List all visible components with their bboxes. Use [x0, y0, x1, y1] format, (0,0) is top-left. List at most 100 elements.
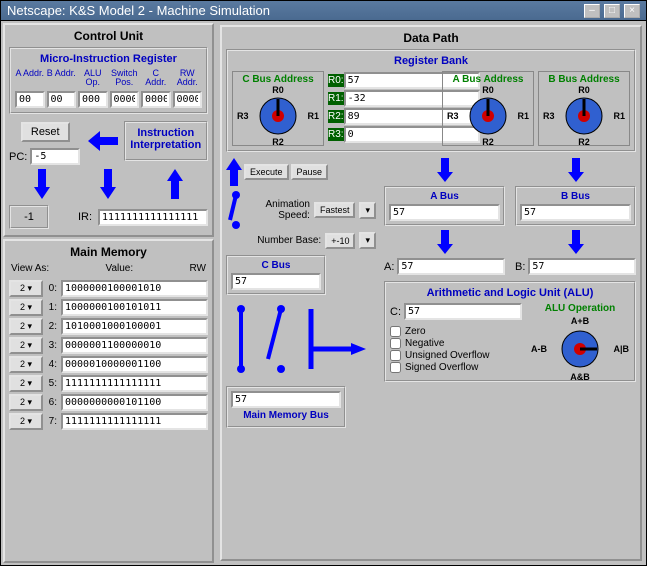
b-bus-label: B Bus: [520, 191, 631, 202]
mir-rw-input[interactable]: [173, 91, 203, 108]
mem-base-button[interactable]: 2 ▾: [9, 356, 43, 373]
alu-c-input[interactable]: [404, 303, 522, 320]
b-bus-addr-label: B Bus Address: [541, 74, 627, 85]
number-base-arrow[interactable]: ▾: [359, 232, 376, 249]
mem-value-input[interactable]: [61, 280, 208, 297]
alu-c-label: C:: [390, 306, 401, 318]
b-bus-dial[interactable]: R0 R1 R2 R3: [557, 89, 611, 143]
memory-row: 2 ▾ 7:: [9, 413, 208, 430]
flag-checkbox[interactable]: [390, 338, 401, 349]
mir-c-input[interactable]: [141, 91, 171, 108]
arrow-down-icon: [437, 230, 453, 254]
switch-icon: [226, 190, 246, 230]
memory-row: 2 ▾ 2:: [9, 318, 208, 335]
ab-b-label: B:: [515, 261, 525, 273]
mir-col-rw-label: RW Addr.: [173, 69, 203, 91]
mem-base-button[interactable]: 2 ▾: [9, 394, 43, 411]
minimize-button[interactable]: –: [584, 4, 600, 18]
flag-checkbox[interactable]: [390, 362, 401, 373]
mem-value-input[interactable]: [61, 337, 208, 354]
b-bus-address: B Bus Address R0 R1 R2 R3: [538, 71, 630, 146]
b-bus-input[interactable]: [520, 204, 631, 221]
mem-index: 7:: [47, 416, 57, 427]
register-values: R0: R1: R2: R3:: [328, 71, 438, 146]
mir-col-c-label: C Addr.: [141, 69, 171, 91]
mem-index: 6:: [47, 397, 57, 408]
a-bus-address: A Bus Address R0 R1 R2 R3: [442, 71, 534, 146]
data-path-title: Data Path: [226, 31, 636, 45]
viewas-label: View As:: [11, 263, 49, 274]
mem-value-input[interactable]: [61, 356, 208, 373]
memory-row: 2 ▾1:: [9, 299, 208, 316]
value-label: Value:: [106, 263, 134, 274]
arrow-down-icon: [568, 230, 584, 254]
pause-button[interactable]: Pause: [291, 164, 329, 180]
mir-alu-input[interactable]: [78, 91, 108, 108]
mem-index: 2:: [47, 321, 57, 332]
ir-input[interactable]: [98, 209, 208, 226]
mem-index: 5:: [47, 378, 57, 389]
mem-value-input[interactable]: [61, 375, 208, 392]
mir-col-b-label: B Addr.: [47, 69, 77, 91]
ab-a-input[interactable]: [397, 258, 505, 275]
arrow-down-icon: [437, 158, 453, 182]
pc-input[interactable]: [30, 148, 80, 165]
c-bus-box: C Bus: [226, 255, 326, 295]
mem-value-input[interactable]: [61, 318, 208, 335]
rw-label: RW: [190, 263, 206, 274]
mem-value-input[interactable]: [61, 394, 208, 411]
restore-button[interactable]: □: [604, 4, 620, 18]
reset-button[interactable]: Reset: [21, 122, 70, 142]
alu-op-label: ALU Operation: [530, 303, 630, 314]
mir-sw-input[interactable]: [110, 91, 140, 108]
a-bus-box: A Bus: [384, 186, 505, 226]
mem-base-button[interactable]: 2 ▾: [9, 318, 43, 335]
anim-speed-select[interactable]: Fastest: [314, 202, 356, 218]
arrow-up-icon: [226, 158, 242, 186]
control-unit-title: Control Unit: [9, 29, 208, 43]
control-unit-panel: Control Unit Micro-Instruction Register …: [3, 23, 214, 237]
mem-base-button[interactable]: 2 ▾: [9, 337, 43, 354]
mem-index: 3:: [47, 340, 57, 351]
instruction-interpretation-label: Instruction Interpretation: [130, 127, 203, 151]
close-button[interactable]: ×: [624, 4, 640, 18]
mem-base-button[interactable]: 2 ▾: [9, 413, 43, 430]
memory-row: 2 ▾4:: [9, 356, 208, 373]
mem-base-button[interactable]: 2 ▾: [9, 375, 43, 392]
main-memory-panel: Main Memory View As: Value: RW 2 ▾0:2 ▾1…: [3, 239, 214, 563]
mir-b-input[interactable]: [47, 91, 77, 108]
c-bus-dial[interactable]: R0 R1 R2 R3: [251, 89, 305, 143]
number-base-label: Number Base:: [250, 235, 321, 246]
mem-value-input[interactable]: [61, 299, 208, 316]
a-bus-dial[interactable]: R0 R1 R2 R3: [461, 89, 515, 143]
titlebar: Netscape: K&S Model 2 - Machine Simulati…: [1, 1, 646, 21]
a-bus-input[interactable]: [389, 204, 500, 221]
c-bus-input[interactable]: [231, 273, 321, 290]
mir-col-sw-label: Switch Pos.: [110, 69, 140, 91]
arrow-left-icon: [88, 131, 118, 151]
execute-button[interactable]: Execute: [244, 164, 289, 180]
a-bus-addr-label: A Bus Address: [445, 74, 531, 85]
c-bus-address: C Bus Address R0 R1 R2 R3: [232, 71, 324, 146]
mir-col-alu-label: ALU Op.: [78, 69, 108, 91]
alu-op-dial[interactable]: A+B A|B A&B A-B: [553, 322, 607, 376]
mir-a-input[interactable]: [15, 91, 45, 108]
memory-row: 2 ▾ 5:: [9, 375, 208, 392]
ab-b-input[interactable]: [528, 258, 636, 275]
alu-title: Arithmetic and Logic Unit (ALU): [390, 287, 630, 299]
mem-base-button[interactable]: 2 ▾: [9, 280, 43, 297]
number-base-select[interactable]: +-10: [325, 233, 355, 249]
mir-col-a-label: A Addr.: [15, 69, 45, 91]
memory-row: 2 ▾ 3:: [9, 337, 208, 354]
mem-value-input[interactable]: [61, 413, 208, 430]
memory-row: 2 ▾ 6:: [9, 394, 208, 411]
mm-bus-input[interactable]: [231, 391, 341, 408]
flag-checkbox[interactable]: [390, 350, 401, 361]
flag-checkbox[interactable]: [390, 326, 401, 337]
mm-bus-box: Main Memory Bus: [226, 386, 346, 428]
a-bus-label: A Bus: [389, 191, 500, 202]
c-bus-label: C Bus: [231, 260, 321, 271]
mem-base-button[interactable]: 2 ▾: [9, 299, 43, 316]
register-bank: Register Bank C Bus Address R0 R1 R2 R3: [226, 49, 636, 152]
anim-speed-arrow[interactable]: ▾: [359, 202, 376, 219]
